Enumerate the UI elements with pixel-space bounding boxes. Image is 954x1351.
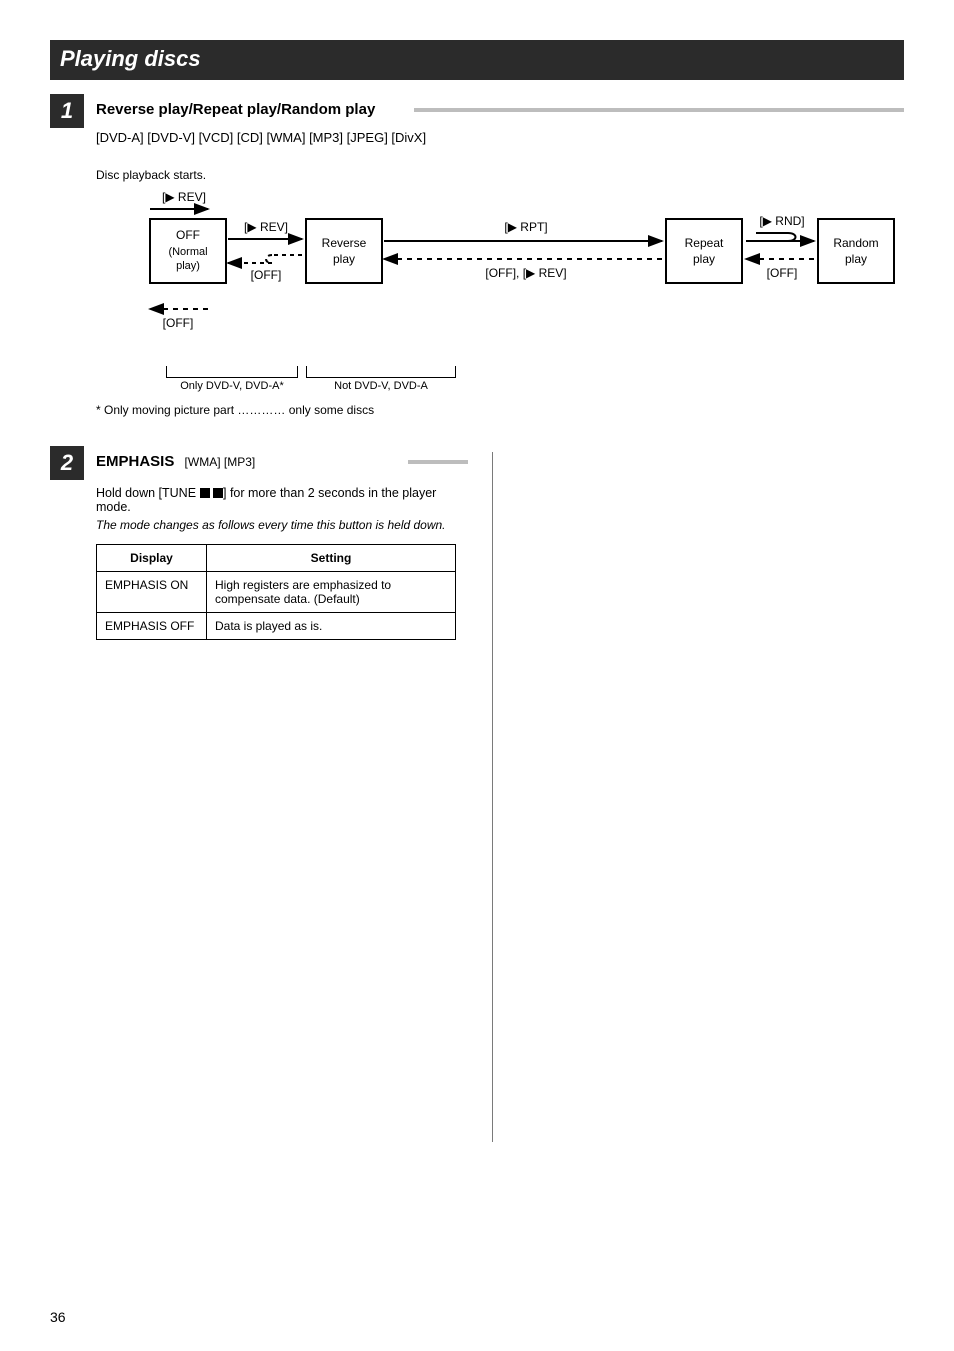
- section-2-title-text: EMPHASIS: [96, 453, 174, 470]
- box2-l2: play: [333, 252, 355, 266]
- box3-l2: play: [693, 252, 715, 266]
- table-header-setting: Setting: [207, 545, 456, 572]
- b34-bot: [OFF]: [767, 266, 798, 280]
- b23-top: [▶ RPT]: [504, 220, 547, 234]
- page-header: Playing discs: [50, 40, 904, 80]
- b34-top: [▶ RND]: [759, 214, 804, 228]
- box4-l1: Random: [833, 236, 878, 250]
- box3-l1: Repeat: [685, 236, 724, 250]
- box1-l2: (Normal: [168, 246, 207, 258]
- step-number-1-text: 1: [61, 98, 73, 124]
- step-number-2: 2: [50, 446, 84, 480]
- section1-footnotes: * Only moving picture part ………… only som…: [96, 402, 904, 418]
- diagram-startarrow-label: [▶ REV]: [162, 190, 206, 204]
- section-1-title: Reverse play/Repeat play/Random play: [96, 94, 402, 118]
- step-number-2-text: 2: [61, 450, 73, 476]
- page-header-text: Playing discs: [60, 46, 201, 71]
- bracket-1: [166, 366, 298, 378]
- section-2-header: 2 EMPHASIS [WMA] [MP3]: [50, 446, 468, 480]
- diagram-off-out: [OFF]: [163, 316, 194, 330]
- diagram-off-start-label: Disc playback starts.: [96, 168, 206, 182]
- right-column: [517, 446, 904, 1142]
- cell-r2-c1: EMPHASIS OFF: [97, 613, 207, 640]
- cell-r2-c2: Data is played as is.: [207, 613, 456, 640]
- section-1-header: 1 Reverse play/Repeat play/Random play: [50, 94, 904, 128]
- section-2-rule: [408, 460, 468, 464]
- box4-l2: play: [845, 252, 867, 266]
- cell-r1-c1: EMPHASIS ON: [97, 572, 207, 613]
- bracket-2: [306, 366, 456, 378]
- left-column: 2 EMPHASIS [WMA] [MP3] Hold down [TUNE ]…: [50, 446, 468, 1142]
- b12-top: [▶ REV]: [244, 220, 288, 234]
- section-2-instruction-2: The mode changes as follows every time t…: [96, 518, 468, 532]
- box1-l3: play): [176, 260, 200, 272]
- table-row: Display Setting: [97, 545, 456, 572]
- lower-two-column: 2 EMPHASIS [WMA] [MP3] Hold down [TUNE ]…: [50, 446, 904, 1142]
- table-header-display: Display: [97, 545, 207, 572]
- section-2-title: EMPHASIS [WMA] [MP3]: [96, 446, 390, 470]
- square-icon: [213, 488, 223, 498]
- b23-bot: [OFF], [▶ REV]: [485, 266, 566, 280]
- emphasis-table: Display Setting EMPHASIS ON High registe…: [96, 544, 456, 640]
- section-2-instruction: Hold down [TUNE ] for more than 2 second…: [96, 486, 468, 514]
- box2-l1: Reverse: [322, 236, 367, 250]
- table-row: EMPHASIS OFF Data is played as is.: [97, 613, 456, 640]
- column-divider: [492, 452, 493, 1142]
- section-2-types: [WMA] [MP3]: [185, 455, 256, 469]
- box1-l1: OFF: [176, 228, 200, 242]
- section-1-rule: [414, 108, 904, 112]
- diagram-brackets: Only DVD-V, DVD-A* Not DVD-V, DVD-A: [166, 366, 904, 392]
- step-number-1: 1: [50, 94, 84, 128]
- page-number: 36: [50, 1309, 66, 1325]
- section-1-subtitle: [DVD-A] [DVD-V] [VCD] [CD] [WMA] [MP3] […: [96, 130, 904, 145]
- cell-r1-c2: High registers are emphasized to compens…: [207, 572, 456, 613]
- square-icon: [200, 488, 210, 498]
- table-row: EMPHASIS ON High registers are emphasize…: [97, 572, 456, 613]
- section2-intro1: Hold down [TUNE: [96, 486, 200, 500]
- playmode-diagram: Disc playback starts. [▶ REV] OFF (Norma…: [96, 159, 904, 362]
- b12-bot: [OFF]: [251, 268, 282, 282]
